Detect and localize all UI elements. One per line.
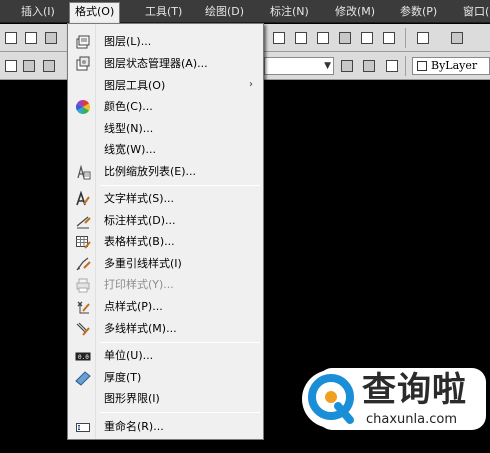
submenu-arrow-icon: › — [249, 79, 253, 90]
help-icon[interactable] — [414, 29, 432, 47]
menu-item-multileader-style[interactable]: 多重引线样式(I) — [68, 253, 263, 274]
menu-item-point-style[interactable]: 点样式(P)... — [68, 296, 263, 317]
menu-item-lineweight[interactable]: 线宽(W)... — [68, 139, 263, 160]
dimension-style-icon — [76, 216, 91, 229]
layer-manager-icon[interactable] — [2, 57, 20, 75]
tool-palettes-icon[interactable] — [314, 29, 332, 47]
layer-freeze-icon[interactable] — [40, 57, 58, 75]
point-style-icon — [77, 301, 90, 314]
design-center-icon[interactable] — [292, 29, 310, 47]
text-style-icon — [76, 191, 90, 206]
menu-modify[interactable]: 修改(M) — [330, 3, 380, 21]
toolbar-divider — [405, 28, 406, 48]
menu-item-multiline-style[interactable]: 多线样式(M)... — [68, 318, 263, 339]
menu-format[interactable]: 格式(O) — [69, 2, 121, 23]
layer-combo[interactable]: ▼ — [264, 57, 334, 75]
menu-insert[interactable]: 插入(I) — [16, 3, 60, 21]
layer-states-icon[interactable] — [383, 57, 401, 75]
layer-previous-icon[interactable] — [360, 57, 378, 75]
new-icon[interactable] — [2, 29, 20, 47]
rename-icon — [76, 423, 90, 432]
thickness-icon — [75, 371, 91, 386]
menu-item-scale-list[interactable]: 比例缩放列表(E)... — [68, 161, 263, 182]
format-menu: 图层(L)... 图层状态管理器(A)... 图层工具(O) › 颜色(C)..… — [67, 23, 264, 440]
make-current-icon[interactable] — [338, 57, 356, 75]
menu-item-plot-style[interactable]: 打印样式(Y)... — [68, 274, 263, 295]
menubar: 插入(I) 格式(O) 工具(T) 绘图(D) 标注(N) 修改(M) 参数(P… — [0, 0, 490, 23]
plot-style-icon — [76, 278, 90, 293]
open-icon[interactable] — [22, 29, 40, 47]
menu-parametric[interactable]: 参数(P) — [395, 3, 442, 21]
svg-text:0.0: 0.0 — [78, 354, 89, 361]
markup-icon[interactable] — [358, 29, 376, 47]
menu-separator — [100, 412, 260, 413]
menu-item-dimension-style[interactable]: 标注样式(D)... — [68, 210, 263, 231]
watermark-url: chaxunla.com — [366, 412, 457, 427]
layer-state-icon — [76, 56, 90, 71]
color-swatch — [417, 61, 427, 71]
layer-on-icon[interactable] — [20, 57, 38, 75]
toolbar-divider — [405, 56, 406, 76]
menu-item-drawing-limits[interactable]: 图形界限(I) — [68, 388, 263, 409]
color-control-value: ByLayer — [431, 59, 478, 72]
menu-separator — [100, 185, 260, 186]
color-wheel-icon — [76, 100, 90, 114]
menu-item-linetype[interactable]: 线型(N)... — [68, 118, 263, 139]
sheet-set-icon[interactable] — [336, 29, 354, 47]
watermark-logo-icon — [302, 370, 360, 428]
table-style-icon — [76, 236, 91, 249]
color-control-combo[interactable]: ByLayer — [412, 57, 490, 75]
menu-item-layer-tools[interactable]: 图层工具(O) › — [68, 75, 263, 96]
menu-tools[interactable]: 工具(T) — [140, 3, 187, 21]
menu-item-table-style[interactable]: 表格样式(B)... — [68, 231, 263, 252]
menu-window[interactable]: 窗口( — [458, 3, 490, 21]
menu-item-rename[interactable]: 重命名(R)... — [68, 416, 263, 437]
chevron-down-icon: ▼ — [324, 61, 331, 71]
menu-item-thickness[interactable]: 厚度(T) — [68, 367, 263, 388]
layers-icon — [76, 35, 90, 49]
watermark: 查询啦 chaxunla.com — [300, 368, 490, 440]
menu-item-layer-state-manager[interactable]: 图层状态管理器(A)... — [68, 53, 263, 74]
calculator-icon[interactable] — [380, 29, 398, 47]
menu-draw[interactable]: 绘图(D) — [200, 3, 249, 21]
properties-icon[interactable] — [270, 29, 288, 47]
scale-list-icon — [77, 164, 91, 180]
multileader-style-icon — [76, 257, 91, 271]
menu-item-units[interactable]: 0.0 单位(U)... — [68, 345, 263, 366]
menu-dimension[interactable]: 标注(N) — [265, 3, 314, 21]
watermark-text: 查询啦 — [362, 370, 467, 410]
multiline-style-icon — [76, 322, 90, 336]
menu-item-layer[interactable]: 图层(L)... — [68, 31, 263, 52]
menu-item-text-style[interactable]: 文字样式(S)... — [68, 188, 263, 209]
menu-separator — [100, 342, 260, 343]
save-icon[interactable] — [42, 29, 60, 47]
text-style-toolbar-icon[interactable] — [448, 29, 466, 47]
units-icon: 0.0 — [75, 352, 91, 361]
menu-item-color[interactable]: 颜色(C)... — [68, 96, 263, 117]
